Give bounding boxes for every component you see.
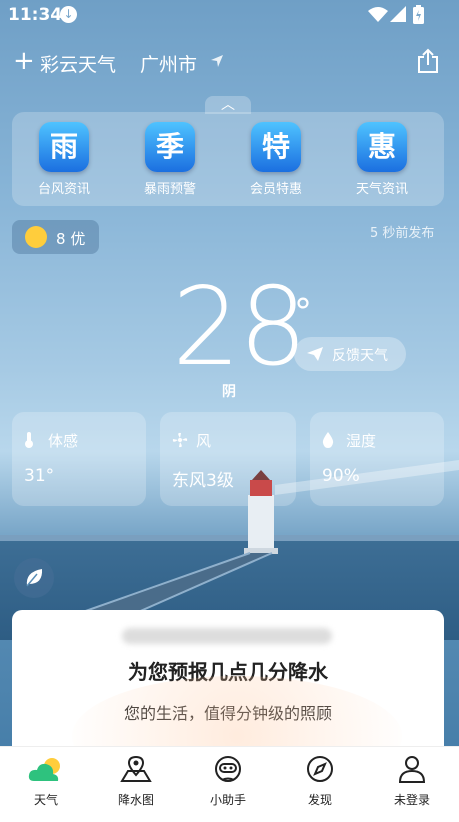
feedback-weather-button[interactable]: 反馈天气	[294, 337, 406, 371]
menu-item-typhoon[interactable]: 雨 台风资讯	[14, 122, 114, 197]
rain-icon: 雨	[39, 122, 89, 172]
aqi-value: 8	[56, 230, 66, 248]
blurred-text	[122, 628, 332, 644]
weather-condition: 阴	[222, 384, 236, 400]
menu-item-label: 天气资讯	[355, 182, 408, 197]
season-icon: 季	[145, 122, 195, 172]
tab-label: 小助手	[209, 793, 246, 807]
assistant-robot-icon	[215, 756, 241, 782]
battery-icon	[413, 5, 424, 24]
user-icon	[398, 756, 426, 783]
special-icon: 特	[251, 122, 301, 172]
tab-weather[interactable]: 天气	[0, 755, 92, 808]
menu-item-rainstorm[interactable]: 季 暴雨预警	[120, 122, 220, 197]
card-title: 风	[196, 432, 212, 450]
thermometer-icon	[25, 432, 33, 448]
tab-precipitation-map[interactable]: 降水图	[90, 755, 182, 808]
send-icon	[307, 347, 323, 361]
status-time: 11:34	[8, 5, 63, 25]
cell-signal-icon	[390, 6, 406, 22]
bottom-tab-bar: 天气 降水图 小助手 发现 未登录	[0, 746, 459, 822]
tab-label: 未登录	[393, 793, 430, 807]
fan-icon	[172, 432, 188, 448]
menu-item-label: 暴雨预警	[143, 182, 196, 197]
tab-label: 降水图	[117, 793, 154, 807]
lighthouse-illustration	[0, 460, 459, 620]
smile-face-icon	[25, 226, 47, 248]
city-name[interactable]: 广州市	[140, 50, 197, 77]
decor-gradient	[72, 676, 402, 750]
location-arrow-icon	[211, 55, 223, 67]
leaf-icon	[26, 569, 43, 587]
menu-item-label: 会员特惠	[249, 182, 302, 197]
menu-item-label: 台风资讯	[37, 182, 90, 197]
add-city-icon[interactable]: +	[13, 48, 35, 74]
current-temperature: 28	[172, 265, 307, 390]
feature-menu: 雨 台风资讯 季 暴雨预警 特 会员特惠 惠 天气资讯	[12, 112, 444, 206]
menu-item-member[interactable]: 特 会员特惠	[226, 122, 326, 197]
app-name: 彩云天气	[40, 54, 117, 76]
card-title: 体感	[48, 432, 79, 450]
tab-label: 发现	[307, 793, 332, 807]
share-icon[interactable]	[416, 48, 440, 74]
degree-symbol: °	[294, 292, 312, 333]
feedback-label: 反馈天气	[332, 348, 388, 364]
weather-cloud-sun-icon	[28, 758, 60, 781]
water-drop-icon	[322, 432, 334, 448]
tab-label: 天气	[33, 793, 58, 807]
tab-profile[interactable]: 未登录	[366, 755, 458, 808]
aqi-level: 优	[70, 230, 86, 248]
compass-icon	[307, 756, 333, 782]
menu-item-weather-news[interactable]: 惠 天气资讯	[332, 122, 432, 197]
discount-icon: 惠	[357, 122, 407, 172]
precipitation-promo-sheet[interactable]: 为您预报几点几分降水 您的生活，值得分钟级的照顾	[12, 610, 444, 750]
download-icon: ↓	[60, 6, 77, 23]
tab-discover[interactable]: 发现	[274, 755, 366, 808]
card-title: 湿度	[346, 432, 377, 450]
eco-leaf-button[interactable]	[14, 558, 54, 598]
map-pin-icon	[120, 755, 152, 782]
status-bar: 11:34 ↓	[0, 0, 459, 30]
publish-time: 5 秒前发布	[370, 226, 435, 241]
tab-assistant[interactable]: 小助手	[182, 755, 274, 808]
aqi-badge[interactable]: 8 优	[12, 220, 99, 254]
wifi-icon	[368, 7, 388, 22]
